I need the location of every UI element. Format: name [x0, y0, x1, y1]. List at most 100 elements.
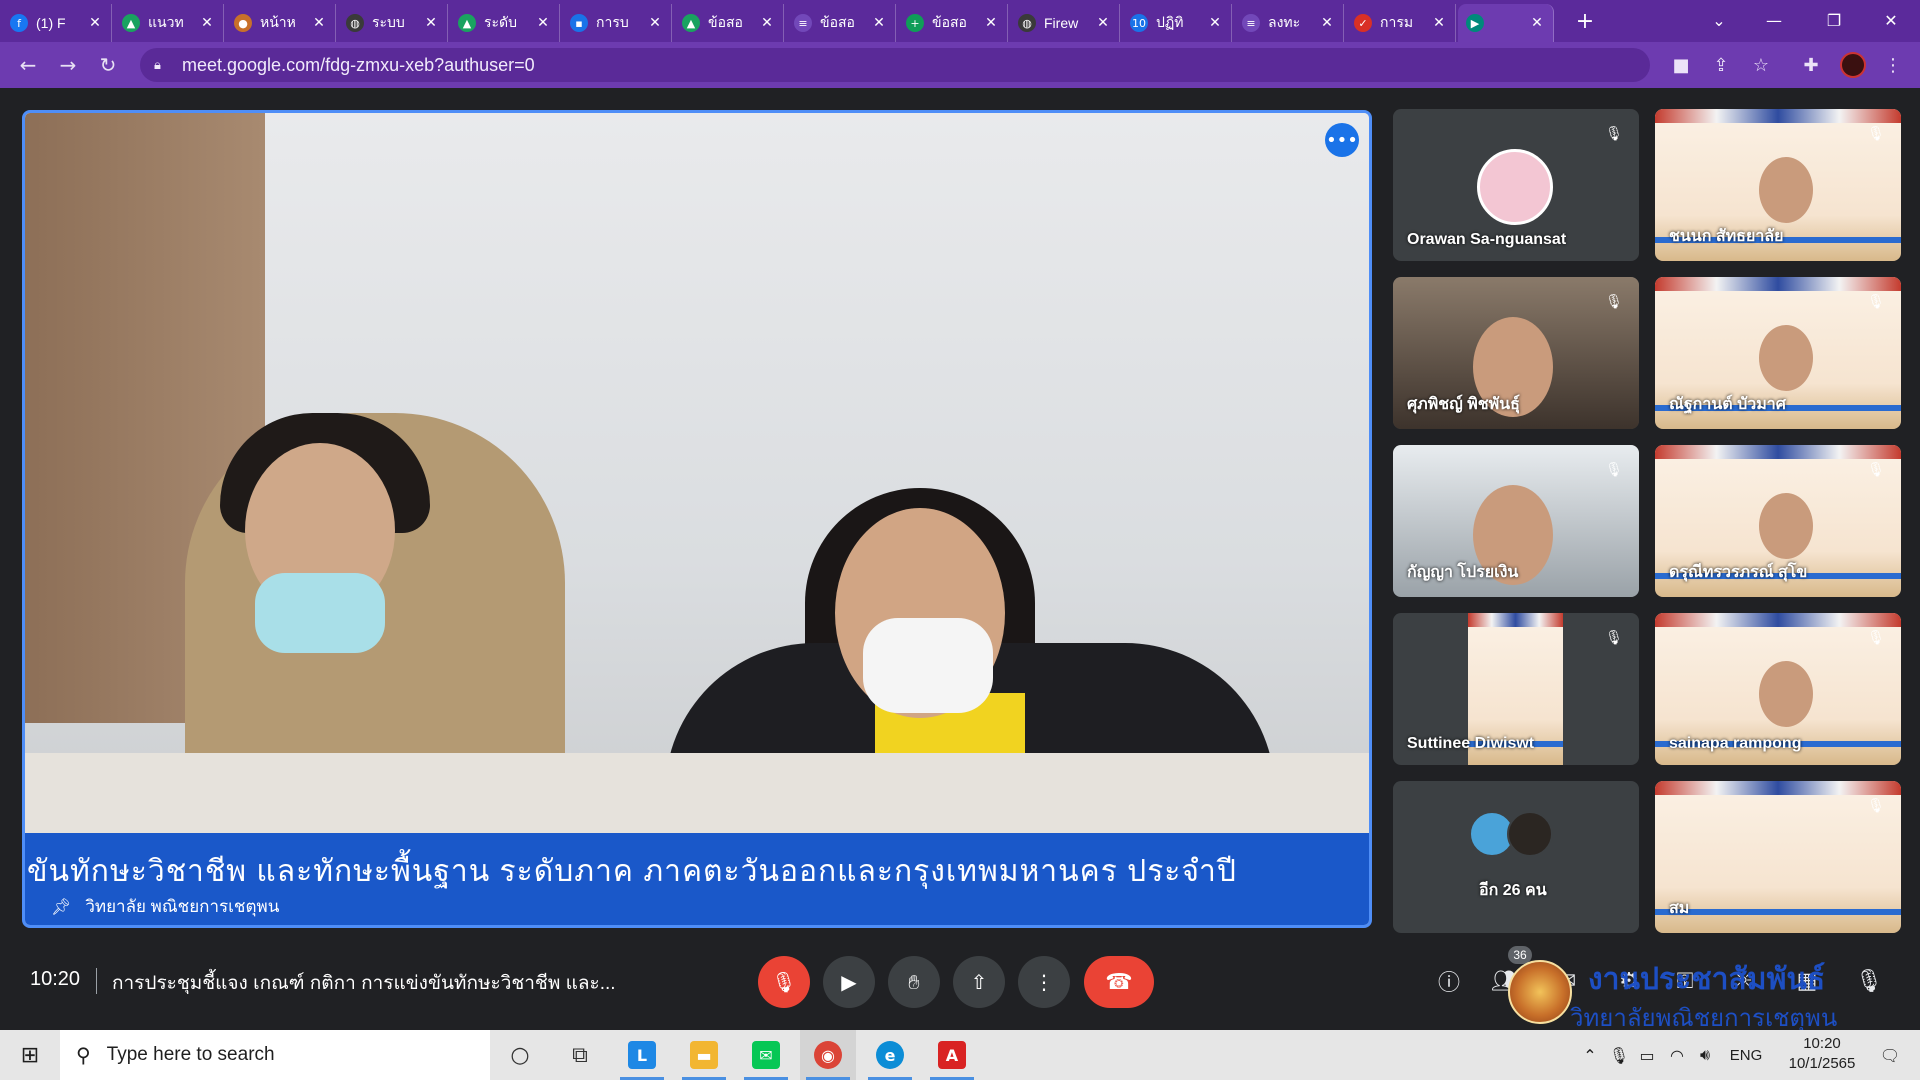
present-screen-button[interactable]: ⇧ — [953, 956, 1005, 1008]
participant-tile[interactable]: สม 🎙︎ — [1655, 781, 1901, 933]
tab-close-icon[interactable]: ✕ — [1207, 15, 1223, 31]
tab-close-icon[interactable]: ✕ — [1431, 15, 1447, 31]
meeting-time: 10:20 — [30, 968, 81, 990]
browser-tab[interactable]: ≡ ข้อสอ ✕ — [786, 4, 896, 42]
video-frame — [255, 573, 385, 653]
pdf-icon: A — [938, 1041, 966, 1069]
wifi-icon[interactable]: ◠ — [1664, 1030, 1690, 1080]
bookmark-star-icon[interactable]: ☆ — [1744, 48, 1778, 82]
profile-avatar[interactable] — [1836, 48, 1870, 82]
meeting-details-button[interactable]: ⓘ — [1428, 960, 1470, 1002]
clock-date: 10/1/2565 — [1788, 1055, 1856, 1072]
pin-icon[interactable]: 📌︎ — [51, 897, 71, 916]
browser-tab[interactable]: ▲ แนวท ✕ — [114, 4, 224, 42]
new-tab-icon[interactable]: + — [1568, 4, 1602, 38]
browser-tab[interactable]: ▶ ✕ — [1458, 4, 1554, 42]
browser-tab[interactable]: ▲ ข้อสอ ✕ — [674, 4, 784, 42]
browser-tab[interactable]: ≡ ลงทะ ✕ — [1234, 4, 1344, 42]
tab-close-icon[interactable]: ✕ — [311, 15, 327, 31]
tab-close-icon[interactable]: ✕ — [1095, 15, 1111, 31]
video-frame — [863, 618, 993, 713]
tab-close-icon[interactable]: ✕ — [759, 15, 775, 31]
tab-label: ข้อสอ — [820, 14, 855, 30]
leave-call-button[interactable]: ☎ — [1084, 956, 1154, 1008]
edge-app-icon[interactable]: e — [862, 1030, 918, 1080]
camera-indicator-icon[interactable]: ■ — [1664, 48, 1698, 82]
battery-icon[interactable]: ▭ — [1634, 1030, 1660, 1080]
close-window-icon[interactable]: ✕ — [1862, 0, 1920, 40]
browser-tab[interactable]: ✓ การม ✕ — [1346, 4, 1456, 42]
reload-icon[interactable]: ↻ — [88, 45, 128, 85]
video-camera-icon: ▶ — [841, 970, 857, 994]
globe-icon: ◍ — [346, 14, 364, 32]
minimize-icon[interactable]: — — [1745, 0, 1803, 40]
browser-tab[interactable]: f (1) F ✕ — [2, 4, 112, 42]
main-video-tile[interactable]: ขันทักษะวิชาชีพ และทักษะพื้นฐาน ระดับภาค… — [22, 110, 1372, 928]
browser-tab[interactable]: 10 ปฏิทิ ✕ — [1122, 4, 1232, 42]
task-view-icon[interactable]: ⧉ — [552, 1030, 608, 1080]
tab-close-icon[interactable]: ✕ — [199, 15, 215, 31]
tab-close-icon[interactable]: ✕ — [1529, 15, 1545, 31]
taskbar-clock[interactable]: 10:20 10/1/2565 — [1772, 1034, 1872, 1074]
forward-icon[interactable]: → — [48, 45, 88, 85]
cortana-icon[interactable]: ○ — [492, 1030, 548, 1080]
info-icon: ⓘ — [1437, 971, 1460, 996]
lock-icon[interactable]: 🔒︎ — [154, 58, 168, 73]
input-language[interactable]: ENG — [1724, 1030, 1768, 1080]
participant-tile[interactable]: ศุภพิชญ์ พิชพันธุ์ 🎙︎ — [1393, 277, 1639, 429]
tab-close-icon[interactable]: ✕ — [1319, 15, 1335, 31]
windows-taskbar: ⊞ ⚲ Type here to search ○ ⧉ L ▬ ✉ ◉ e A … — [0, 1030, 1920, 1080]
line-app-icon[interactable]: ✉ — [738, 1030, 794, 1080]
raise-hand-button[interactable]: ✋︎ — [888, 956, 940, 1008]
participant-tile[interactable]: Suttinee Diwiswt 🎙︎ — [1393, 613, 1639, 765]
camera-button[interactable]: ▶ — [823, 956, 875, 1008]
browser-menu-icon[interactable]: ⋮ — [1876, 48, 1910, 82]
more-options-button[interactable]: ⋮ — [1018, 956, 1070, 1008]
avatar — [1477, 149, 1553, 225]
volume-icon[interactable]: 🔊︎ — [1692, 1030, 1718, 1080]
mic-off-icon: 🎙︎ — [1867, 798, 1885, 814]
taskbar-search[interactable]: ⚲ Type here to search — [60, 1030, 490, 1080]
tab-close-icon[interactable]: ✕ — [423, 15, 439, 31]
tab-close-icon[interactable]: ✕ — [535, 15, 551, 31]
tray-microphone-icon[interactable]: 🎙︎ — [1606, 1030, 1632, 1080]
browser-tab[interactable]: ▲ ระดับ ✕ — [450, 4, 560, 42]
tile-more-options-icon[interactable]: ••• — [1325, 123, 1359, 157]
file-explorer-icon[interactable]: ▬ — [676, 1030, 732, 1080]
meeting-title: การประชุมชี้แจง เกณฑ์ กติกา การแข่งขันทั… — [112, 973, 616, 994]
more-vertical-icon: ⋮ — [1034, 970, 1054, 994]
restore-icon[interactable]: ❐ — [1805, 0, 1863, 40]
tab-close-icon[interactable]: ✕ — [983, 15, 999, 31]
share-icon[interactable]: ⇪ — [1704, 48, 1738, 82]
tab-close-icon[interactable]: ✕ — [871, 15, 887, 31]
tab-search-icon[interactable]: ⌄ — [1690, 0, 1748, 40]
browser-tab[interactable]: + ข้อสอ ✕ — [898, 4, 1008, 42]
participant-tile[interactable]: ชนนก สัทธยาลัย 🎙︎ — [1655, 109, 1901, 261]
participant-tile[interactable]: กัญญา โปรยเงิน 🎙︎ — [1393, 445, 1639, 597]
browser-tab[interactable]: ◍ ระบบ ✕ — [338, 4, 448, 42]
tray-expand-icon[interactable]: ⌃ — [1578, 1030, 1602, 1080]
participant-tile[interactable]: Orawan Sa-nguansat 🎙︎ — [1393, 109, 1639, 261]
browser-tab[interactable]: ◍ Firew ✕ — [1010, 4, 1120, 42]
taskbar-app-l[interactable]: L — [614, 1030, 670, 1080]
windows-start-icon[interactable]: ⊞ — [0, 1030, 60, 1080]
back-icon[interactable]: ← — [8, 45, 48, 85]
acrobat-app-icon[interactable]: A — [924, 1030, 980, 1080]
tab-close-icon[interactable]: ✕ — [647, 15, 663, 31]
participant-tile[interactable]: sainapa rampong 🎙︎ — [1655, 613, 1901, 765]
participant-tile[interactable]: ดรุณีทรวรภรณ์ สุโข 🎙︎ — [1655, 445, 1901, 597]
participant-tile[interactable]: ณัฐกานต์ บัวมาศ 🎙︎ — [1655, 277, 1901, 429]
address-bar[interactable]: 🔒︎ meet.google.com/fdg-zmxu-xeb?authuser… — [140, 48, 1650, 82]
mute-indicator-button[interactable]: 🎙︎ — [1848, 960, 1890, 1002]
extensions-icon[interactable]: ✚ — [1794, 48, 1828, 82]
search-placeholder: Type here to search — [106, 1044, 275, 1065]
participant-tile[interactable]: อีก 26 คน — [1393, 781, 1639, 933]
microphone-off-button[interactable]: 🎙︎ — [758, 956, 810, 1008]
notifications-icon[interactable]: 🗨︎ — [1870, 1030, 1910, 1080]
mic-off-icon: 🎙︎ — [1867, 126, 1885, 142]
chrome-app-icon[interactable]: ◉ — [800, 1030, 856, 1080]
browser-tab[interactable]: ▪ การบ ✕ — [562, 4, 672, 42]
folder-icon: ▬ — [690, 1041, 718, 1069]
browser-tab[interactable]: ● หน้าห ✕ — [226, 4, 336, 42]
tab-close-icon[interactable]: ✕ — [87, 15, 103, 31]
